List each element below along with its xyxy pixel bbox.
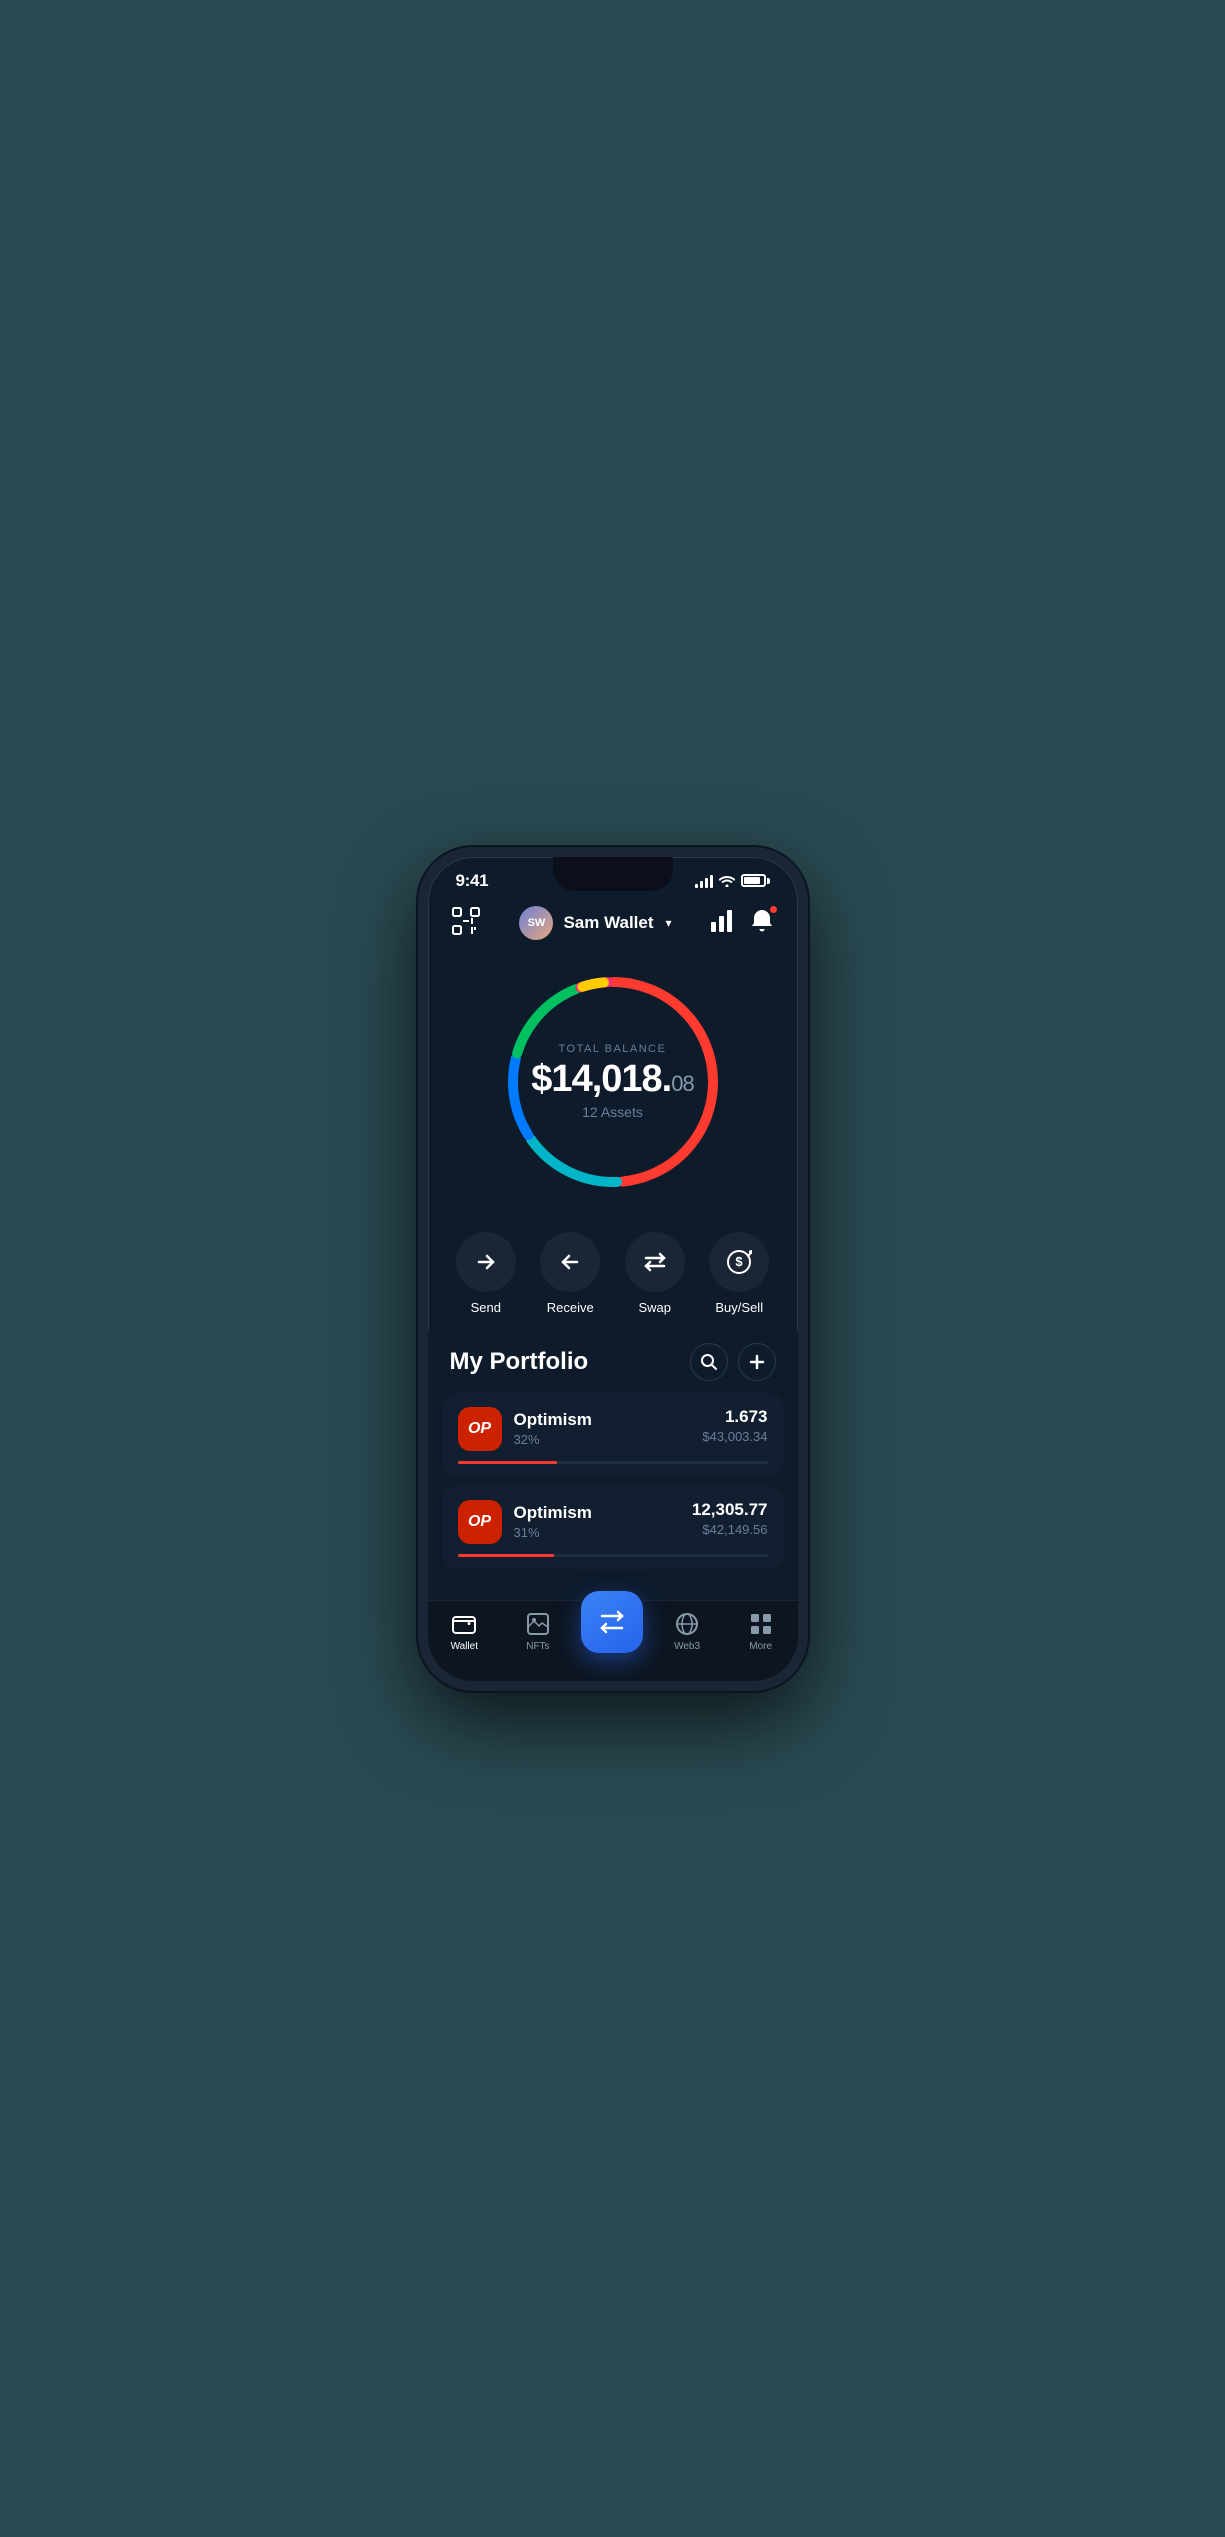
assets-count: 12 Assets (531, 1104, 693, 1120)
token-name-2: Optimism (514, 1503, 592, 1523)
balance-label: TOTAL BALANCE (531, 1043, 693, 1055)
token-logo-op2: OP (458, 1500, 502, 1544)
progress-bar-fill-1 (458, 1461, 557, 1464)
buysell-icon: $ (709, 1232, 769, 1292)
token-value-1: $43,003.34 (702, 1429, 767, 1444)
token-logo-op1: OP (458, 1407, 502, 1451)
portfolio-item-top-2: OP Optimism 31% 12,305.77 $42,149.56 (458, 1500, 768, 1544)
nfts-icon (525, 1611, 551, 1637)
nav-web3[interactable]: Web3 (657, 1611, 717, 1652)
progress-bar-fill-2 (458, 1554, 554, 1557)
scan-button[interactable] (450, 905, 482, 942)
portfolio-title: My Portfolio (450, 1348, 589, 1376)
portfolio-header: My Portfolio (428, 1331, 798, 1393)
balance-cents: 08 (671, 1071, 693, 1096)
more-icon (748, 1611, 774, 1637)
token-info-1: Optimism 32% (514, 1410, 592, 1447)
buysell-button[interactable]: $ Buy/Sell (704, 1232, 774, 1315)
status-icons (695, 874, 770, 888)
donut-chart: TOTAL BALANCE $14,018.08 12 Assets (493, 962, 733, 1202)
nav-more-label: More (749, 1641, 772, 1652)
portfolio-item-right-2: 12,305.77 $42,149.56 (692, 1500, 768, 1537)
nav-wallet[interactable]: Wallet (434, 1611, 494, 1652)
receive-label: Receive (547, 1300, 594, 1315)
receive-icon (540, 1232, 600, 1292)
fab-swap-icon (598, 1608, 626, 1636)
token-amount-2: 12,305.77 (692, 1500, 768, 1520)
token-value-2: $42,149.56 (692, 1522, 768, 1537)
send-label: Send (471, 1300, 501, 1315)
portfolio-section: My Portfolio (428, 1331, 798, 1600)
portfolio-item-top: OP Optimism 32% 1.673 $43,003.34 (458, 1407, 768, 1451)
nav-nfts-label: NFTs (526, 1641, 549, 1652)
web3-icon (674, 1611, 700, 1637)
app-header: SW Sam Wallet ▾ (428, 897, 798, 952)
status-time: 9:41 (456, 871, 489, 891)
wifi-icon (719, 875, 735, 887)
header-right-actions (709, 908, 775, 939)
account-selector[interactable]: SW Sam Wallet ▾ (519, 906, 671, 940)
portfolio-item-left: OP Optimism 32% (458, 1407, 592, 1451)
notification-badge (769, 905, 778, 914)
token-info-2: Optimism 31% (514, 1503, 592, 1540)
progress-bar-bg-1 (458, 1461, 768, 1464)
signal-icon (695, 874, 713, 888)
send-button[interactable]: Send (451, 1232, 521, 1315)
notch (553, 857, 673, 891)
phone-frame: 9:41 (418, 847, 808, 1691)
balance-whole: $14,018. (531, 1058, 671, 1100)
nav-fab-button[interactable] (581, 1591, 643, 1653)
token-percent-2: 31% (514, 1525, 592, 1540)
notification-button[interactable] (749, 908, 775, 939)
portfolio-list: OP Optimism 32% 1.673 $43,003.34 (428, 1393, 798, 1600)
nav-web3-label: Web3 (674, 1641, 700, 1652)
portfolio-item-2[interactable]: OP Optimism 31% 12,305.77 $42,149.56 (442, 1486, 784, 1569)
portfolio-add-button[interactable] (738, 1343, 776, 1381)
progress-bar-bg-2 (458, 1554, 768, 1557)
wallet-icon (451, 1611, 477, 1637)
balance-info: TOTAL BALANCE $14,018.08 12 Assets (531, 1043, 693, 1121)
portfolio-search-button[interactable] (690, 1343, 728, 1381)
token-name-1: Optimism (514, 1410, 592, 1430)
token-percent-1: 32% (514, 1432, 592, 1447)
avatar: SW (519, 906, 553, 940)
portfolio-item-right-1: 1.673 $43,003.34 (702, 1407, 767, 1444)
nav-nfts[interactable]: NFTs (508, 1611, 568, 1652)
nav-more[interactable]: More (731, 1611, 791, 1652)
svg-text:$: $ (736, 1254, 744, 1269)
swap-button[interactable]: Swap (620, 1232, 690, 1315)
account-name: Sam Wallet (563, 913, 653, 933)
buysell-label: Buy/Sell (715, 1300, 763, 1315)
portfolio-actions (690, 1343, 776, 1381)
chevron-down-icon: ▾ (666, 916, 672, 930)
swap-label: Swap (638, 1300, 671, 1315)
nav-wallet-label: Wallet (451, 1641, 478, 1652)
swap-icon (625, 1232, 685, 1292)
send-icon (456, 1232, 516, 1292)
action-buttons: Send Receive Swap (428, 1218, 798, 1331)
portfolio-item[interactable]: OP Optimism 32% 1.673 $43,003.34 (442, 1393, 784, 1476)
token-amount-1: 1.673 (702, 1407, 767, 1427)
bottom-nav: Wallet NFTs Web3 (428, 1600, 798, 1681)
battery-icon (741, 874, 770, 887)
portfolio-item-left-2: OP Optimism 31% (458, 1500, 592, 1544)
chart-button[interactable] (709, 908, 735, 939)
balance-amount: $14,018.08 (531, 1059, 693, 1101)
receive-button[interactable]: Receive (535, 1232, 605, 1315)
balance-section: TOTAL BALANCE $14,018.08 12 Assets (428, 952, 798, 1218)
